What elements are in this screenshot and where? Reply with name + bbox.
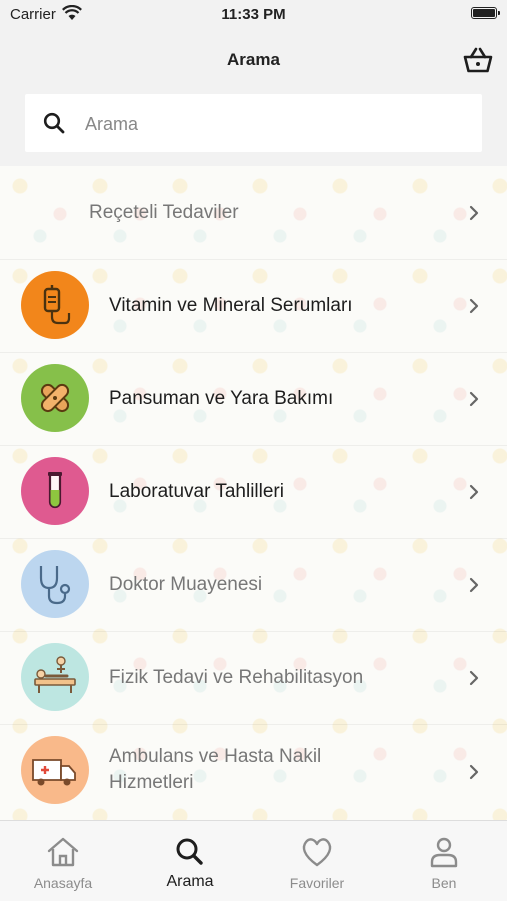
category-icon-circle	[21, 550, 89, 618]
tab-home[interactable]: Anasayfa	[0, 821, 126, 901]
tab-label: Anasayfa	[33, 875, 93, 891]
page-title: Arama	[227, 50, 280, 69]
search-input[interactable]	[83, 104, 467, 144]
list-item-label: Laboratuvar Tahlilleri	[109, 481, 284, 502]
search-icon	[43, 112, 65, 134]
list-item[interactable]: Ambulans ve Hasta Nakil Hizmetleri	[0, 724, 507, 820]
search-icon	[176, 838, 203, 865]
category-icon-circle	[21, 364, 89, 432]
heart-icon	[302, 838, 332, 867]
category-list: Reçeteli Tedaviler Vitamin ve Mineral Se…	[0, 166, 507, 820]
chevron-right-icon	[469, 298, 479, 314]
battery-icon	[471, 7, 500, 19]
list-item[interactable]: Fizik Tedavi ve Rehabilitasyon	[0, 631, 507, 725]
clock: 11:33 PM	[221, 6, 286, 23]
list-item-label: Doktor Muayenesi	[109, 574, 263, 595]
bandage-icon	[40, 383, 70, 413]
list-item-label: Pansuman ve Yara Bakımı	[109, 388, 334, 409]
list-item-label: Fizik Tedavi ve Rehabilitasyon	[109, 667, 364, 688]
list-item-label-line1: Ambulans ve Hasta Nakil	[109, 746, 322, 767]
user-icon	[430, 837, 458, 868]
list-item[interactable]: Laboratuvar Tahlilleri	[0, 445, 507, 539]
chevron-right-icon	[469, 205, 479, 221]
chevron-right-icon	[469, 670, 479, 686]
tab-favorites[interactable]: Favoriler	[254, 821, 380, 901]
basket-icon[interactable]	[463, 46, 493, 74]
list-item[interactable]: Vitamin ve Mineral Serumları	[0, 259, 507, 353]
list-item[interactable]: Doktor Muayenesi	[0, 538, 507, 632]
category-icon-circle	[21, 736, 89, 804]
chevron-right-icon	[469, 577, 479, 593]
tab-label: Favoriler	[289, 875, 345, 891]
tab-label: Arama	[166, 873, 214, 890]
list-item[interactable]: Pansuman ve Yara Bakımı	[0, 352, 507, 446]
category-icon-circle	[21, 643, 89, 711]
iv-bag-icon	[43, 285, 71, 325]
list-item-label: Ambulans ve Hasta Nakil Hizmetleri	[109, 744, 321, 796]
physiotherapy-icon	[34, 656, 76, 693]
list-item-label: Vitamin ve Mineral Serumları	[109, 295, 353, 316]
list-item-label: Reçeteli Tedaviler	[89, 202, 239, 223]
tab-search[interactable]: Arama	[127, 821, 253, 901]
search-bar[interactable]	[25, 94, 482, 152]
ambulance-icon	[32, 759, 76, 786]
chevron-right-icon	[469, 391, 479, 407]
category-icon-circle	[21, 457, 89, 525]
tab-bar: Anasayfa Arama Favoriler Ben	[0, 820, 507, 901]
list-item-label-line2: Hizmetleri	[109, 772, 194, 793]
navigation-bar: Arama	[0, 30, 507, 90]
home-icon	[47, 837, 79, 867]
tab-label: Ben	[431, 875, 457, 891]
list-item[interactable]: Reçeteli Tedaviler	[0, 166, 507, 260]
category-icon-circle	[21, 271, 89, 339]
chevron-right-icon	[469, 764, 479, 780]
tab-profile[interactable]: Ben	[381, 821, 507, 901]
stethoscope-icon	[39, 566, 71, 605]
test-tube-icon	[48, 472, 62, 509]
status-bar: Carrier 11:33 PM	[0, 0, 507, 30]
chevron-right-icon	[469, 484, 479, 500]
